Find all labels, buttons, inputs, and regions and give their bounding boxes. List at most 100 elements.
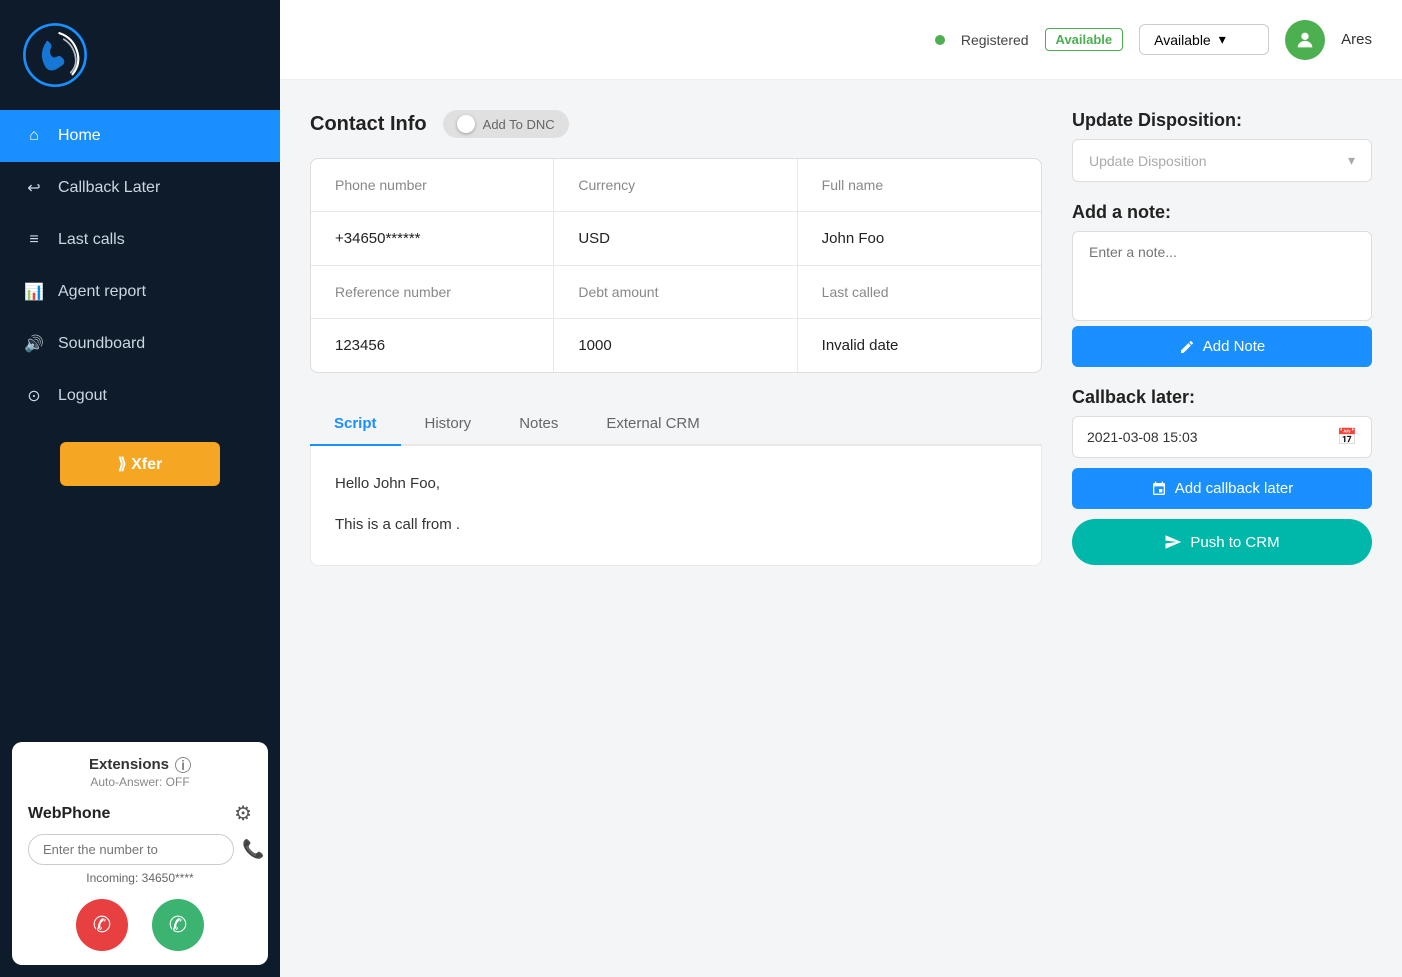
script-content-area: Hello John Foo, This is a call from . [310,446,1042,566]
col-lastcalled-header: Last called [798,266,1041,318]
sidebar-item-soundboard-label: Soundboard [58,335,145,353]
datetime-value: 2021-03-08 15:03 [1087,429,1198,445]
answer-button[interactable]: ✆ [152,899,204,951]
note-textarea[interactable] [1072,231,1372,321]
table-header-row-2: Reference number Debt amount Last called [311,266,1041,319]
table-header-row-1: Phone number Currency Full name [311,159,1041,212]
col-phone-header: Phone number [311,159,554,211]
right-panel: Update Disposition: Update Disposition ▾… [1072,110,1372,947]
logo-area [0,0,280,110]
sidebar-item-home[interactable]: ⌂ Home [0,110,280,162]
callback-title: Callback later: [1072,387,1372,408]
table-data-row-1: +34650****** USD John Foo [311,212,1041,266]
sidebar-item-soundboard[interactable]: 🔊 Soundboard [0,318,280,370]
list-icon: ≡ [24,230,44,250]
dnc-toggle[interactable]: Add To DNC [443,110,569,138]
cell-debt: 1000 [554,319,797,372]
dnc-label: Add To DNC [483,117,555,132]
extensions-title: Extensions i [28,756,252,773]
tab-notes[interactable]: Notes [495,403,582,446]
bar-chart-icon: 📊 [24,282,44,302]
available-badge: Available [1045,28,1124,51]
chevron-down-icon-2: ▾ [1348,152,1355,169]
logo-icon [20,20,90,90]
disposition-section: Update Disposition: Update Disposition ▾ [1072,110,1372,182]
sidebar: ⌂ Home ↩ Callback Later ≡ Last calls 📊 A… [0,0,280,977]
sidebar-item-callback-later[interactable]: ↩ Callback Later [0,162,280,214]
content-area: Contact Info Add To DNC Phone number Cur… [280,80,1402,977]
cell-phone: +34650****** [311,212,554,265]
calendar-add-icon [1151,481,1167,497]
user-name: Ares [1341,31,1372,48]
xfer-button[interactable]: ⟫ Xfer [60,442,220,486]
home-icon: ⌂ [24,126,44,146]
cell-refnum: 123456 [311,319,554,372]
cell-currency: USD [554,212,797,265]
auto-answer-label: Auto-Answer: OFF [28,775,252,789]
col-refnum-header: Reference number [311,266,554,318]
dialpad-icon: 📞 [242,839,264,860]
sidebar-nav: ⌂ Home ↩ Callback Later ≡ Last calls 📊 A… [0,110,280,742]
add-note-section: Add a note: Add Note [1072,202,1372,367]
sidebar-item-agent-report-label: Agent report [58,283,146,301]
topbar: Registered Available Available ▾ Ares [280,0,1402,80]
disposition-placeholder: Update Disposition [1089,153,1207,169]
chevron-down-icon: ▾ [1219,31,1226,48]
status-current: Available [1154,32,1211,48]
col-fullname-header: Full name [798,159,1041,211]
tabs-bar: Script History Notes External CRM [310,403,1042,446]
sidebar-item-logout[interactable]: ⊙ Logout [0,370,280,422]
toggle-circle [457,115,475,133]
sidebar-item-callback-label: Callback Later [58,179,160,197]
col-debt-header: Debt amount [554,266,797,318]
cell-fullname: John Foo [798,212,1041,265]
tab-history[interactable]: History [401,403,496,446]
script-line-2: This is a call from . [335,511,1017,538]
logout-icon: ⊙ [24,386,44,406]
gear-icon[interactable]: ⚙ [234,801,252,826]
hangup-button[interactable]: ✆ [76,899,128,951]
add-note-title: Add a note: [1072,202,1372,223]
table-data-row-2: 123456 1000 Invalid date [311,319,1041,372]
calendar-icon: 📅 [1337,427,1357,447]
status-dropdown[interactable]: Available ▾ [1139,24,1269,55]
datetime-input[interactable]: 2021-03-08 15:03 📅 [1072,416,1372,458]
push-crm-label: Push to CRM [1190,534,1279,551]
col-currency-header: Currency [554,159,797,211]
script-line-1: Hello John Foo, [335,470,1017,497]
callback-icon: ↩ [24,178,44,198]
phone-number-input[interactable] [28,834,234,865]
cell-lastcalled: Invalid date [798,319,1041,372]
add-callback-button[interactable]: Add callback later [1072,468,1372,509]
main-content: Registered Available Available ▾ Ares Co… [280,0,1402,977]
disposition-title: Update Disposition: [1072,110,1372,131]
tabs-container: Script History Notes External CRM Hello … [310,393,1042,566]
pencil-icon [1179,339,1195,355]
user-avatar [1285,20,1325,60]
disposition-dropdown[interactable]: Update Disposition ▾ [1072,139,1372,182]
incoming-text: Incoming: 34650**** [28,871,252,885]
sidebar-item-logout-label: Logout [58,387,107,405]
sidebar-item-last-calls[interactable]: ≡ Last calls [0,214,280,266]
sidebar-item-last-calls-label: Last calls [58,231,125,249]
add-note-button-label: Add Note [1203,338,1266,355]
tab-external-crm[interactable]: External CRM [582,403,723,446]
left-panel: Contact Info Add To DNC Phone number Cur… [310,110,1042,947]
info-icon: i [175,757,191,773]
callback-section: Callback later: 2021-03-08 15:03 📅 Add c… [1072,387,1372,565]
webphone-label: WebPhone [28,805,110,823]
sidebar-item-agent-report[interactable]: 📊 Agent report [0,266,280,318]
contact-table: Phone number Currency Full name +34650**… [310,158,1042,373]
tab-script[interactable]: Script [310,403,401,446]
push-icon [1164,533,1182,551]
sound-icon: 🔊 [24,334,44,354]
extensions-box: Extensions i Auto-Answer: OFF WebPhone ⚙… [12,742,268,965]
add-note-button[interactable]: Add Note [1072,326,1372,367]
contact-info-header: Contact Info Add To DNC [310,110,1042,138]
registered-text: Registered [961,32,1029,48]
registered-dot [935,35,945,45]
add-callback-label: Add callback later [1175,480,1293,497]
sidebar-item-home-label: Home [58,127,101,145]
push-crm-button[interactable]: Push to CRM [1072,519,1372,565]
contact-info-title: Contact Info [310,113,427,136]
